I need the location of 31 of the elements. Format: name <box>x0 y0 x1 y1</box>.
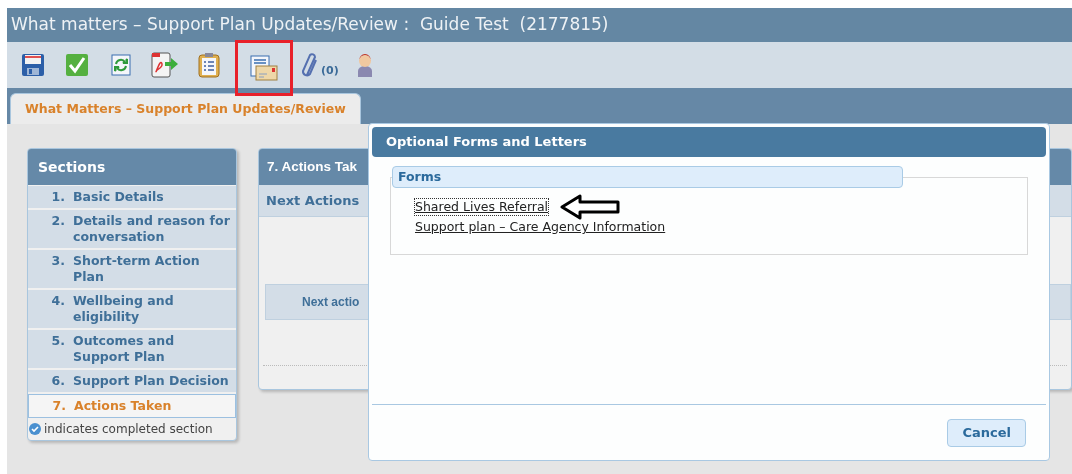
letter-icon <box>250 55 278 81</box>
form-link[interactable]: Support plan – Care Agency Information <box>415 219 666 235</box>
sections-title: Sections <box>38 157 106 177</box>
clipboard-icon <box>198 52 220 78</box>
person-icon <box>355 52 374 78</box>
approve-icon <box>65 53 89 77</box>
check-badge-icon <box>29 423 41 435</box>
attachment-count: (0) <box>321 62 339 79</box>
cancel-button[interactable]: Cancel <box>947 418 1026 447</box>
group-header: Forms <box>392 166 903 188</box>
tab[interactable]: What Matters – Support Plan Updates/Review <box>10 93 361 124</box>
section-item[interactable]: 7. Actions Taken <box>28 394 236 418</box>
column-header: Next actio <box>302 294 360 311</box>
arrow-icon <box>560 194 623 220</box>
section-item[interactable]: 6. Support Plan Decision <box>28 370 236 392</box>
section-item[interactable]: 2. Details and reason for conversation <box>28 210 236 248</box>
window-title: What matters – Support Plan Updates/Review : Guide Test (2177815) <box>11 13 609 37</box>
pdf-export-icon <box>151 52 179 78</box>
dialog-title: Optional Forms and Letters <box>386 133 587 152</box>
section-item[interactable]: 5. Outcomes and Support Plan <box>28 330 236 368</box>
refresh-icon <box>111 54 131 76</box>
legend-text: indicates completed section <box>44 421 213 438</box>
panel-subheading: Next Actions <box>266 191 360 210</box>
section-item[interactable]: 3. Short-term Action Plan <box>28 250 236 288</box>
form-link[interactable]: Shared Lives Referral <box>415 199 549 215</box>
section-item[interactable]: 4. Wellbeing and eligibility <box>28 290 236 328</box>
section-item[interactable]: 1. Basic Details <box>28 186 236 208</box>
paperclip-icon <box>301 51 319 79</box>
paperclip-icon-button[interactable]: (0) <box>301 45 339 85</box>
save-icon <box>21 53 45 77</box>
panel-title: 7. Actions Tak <box>267 157 358 176</box>
